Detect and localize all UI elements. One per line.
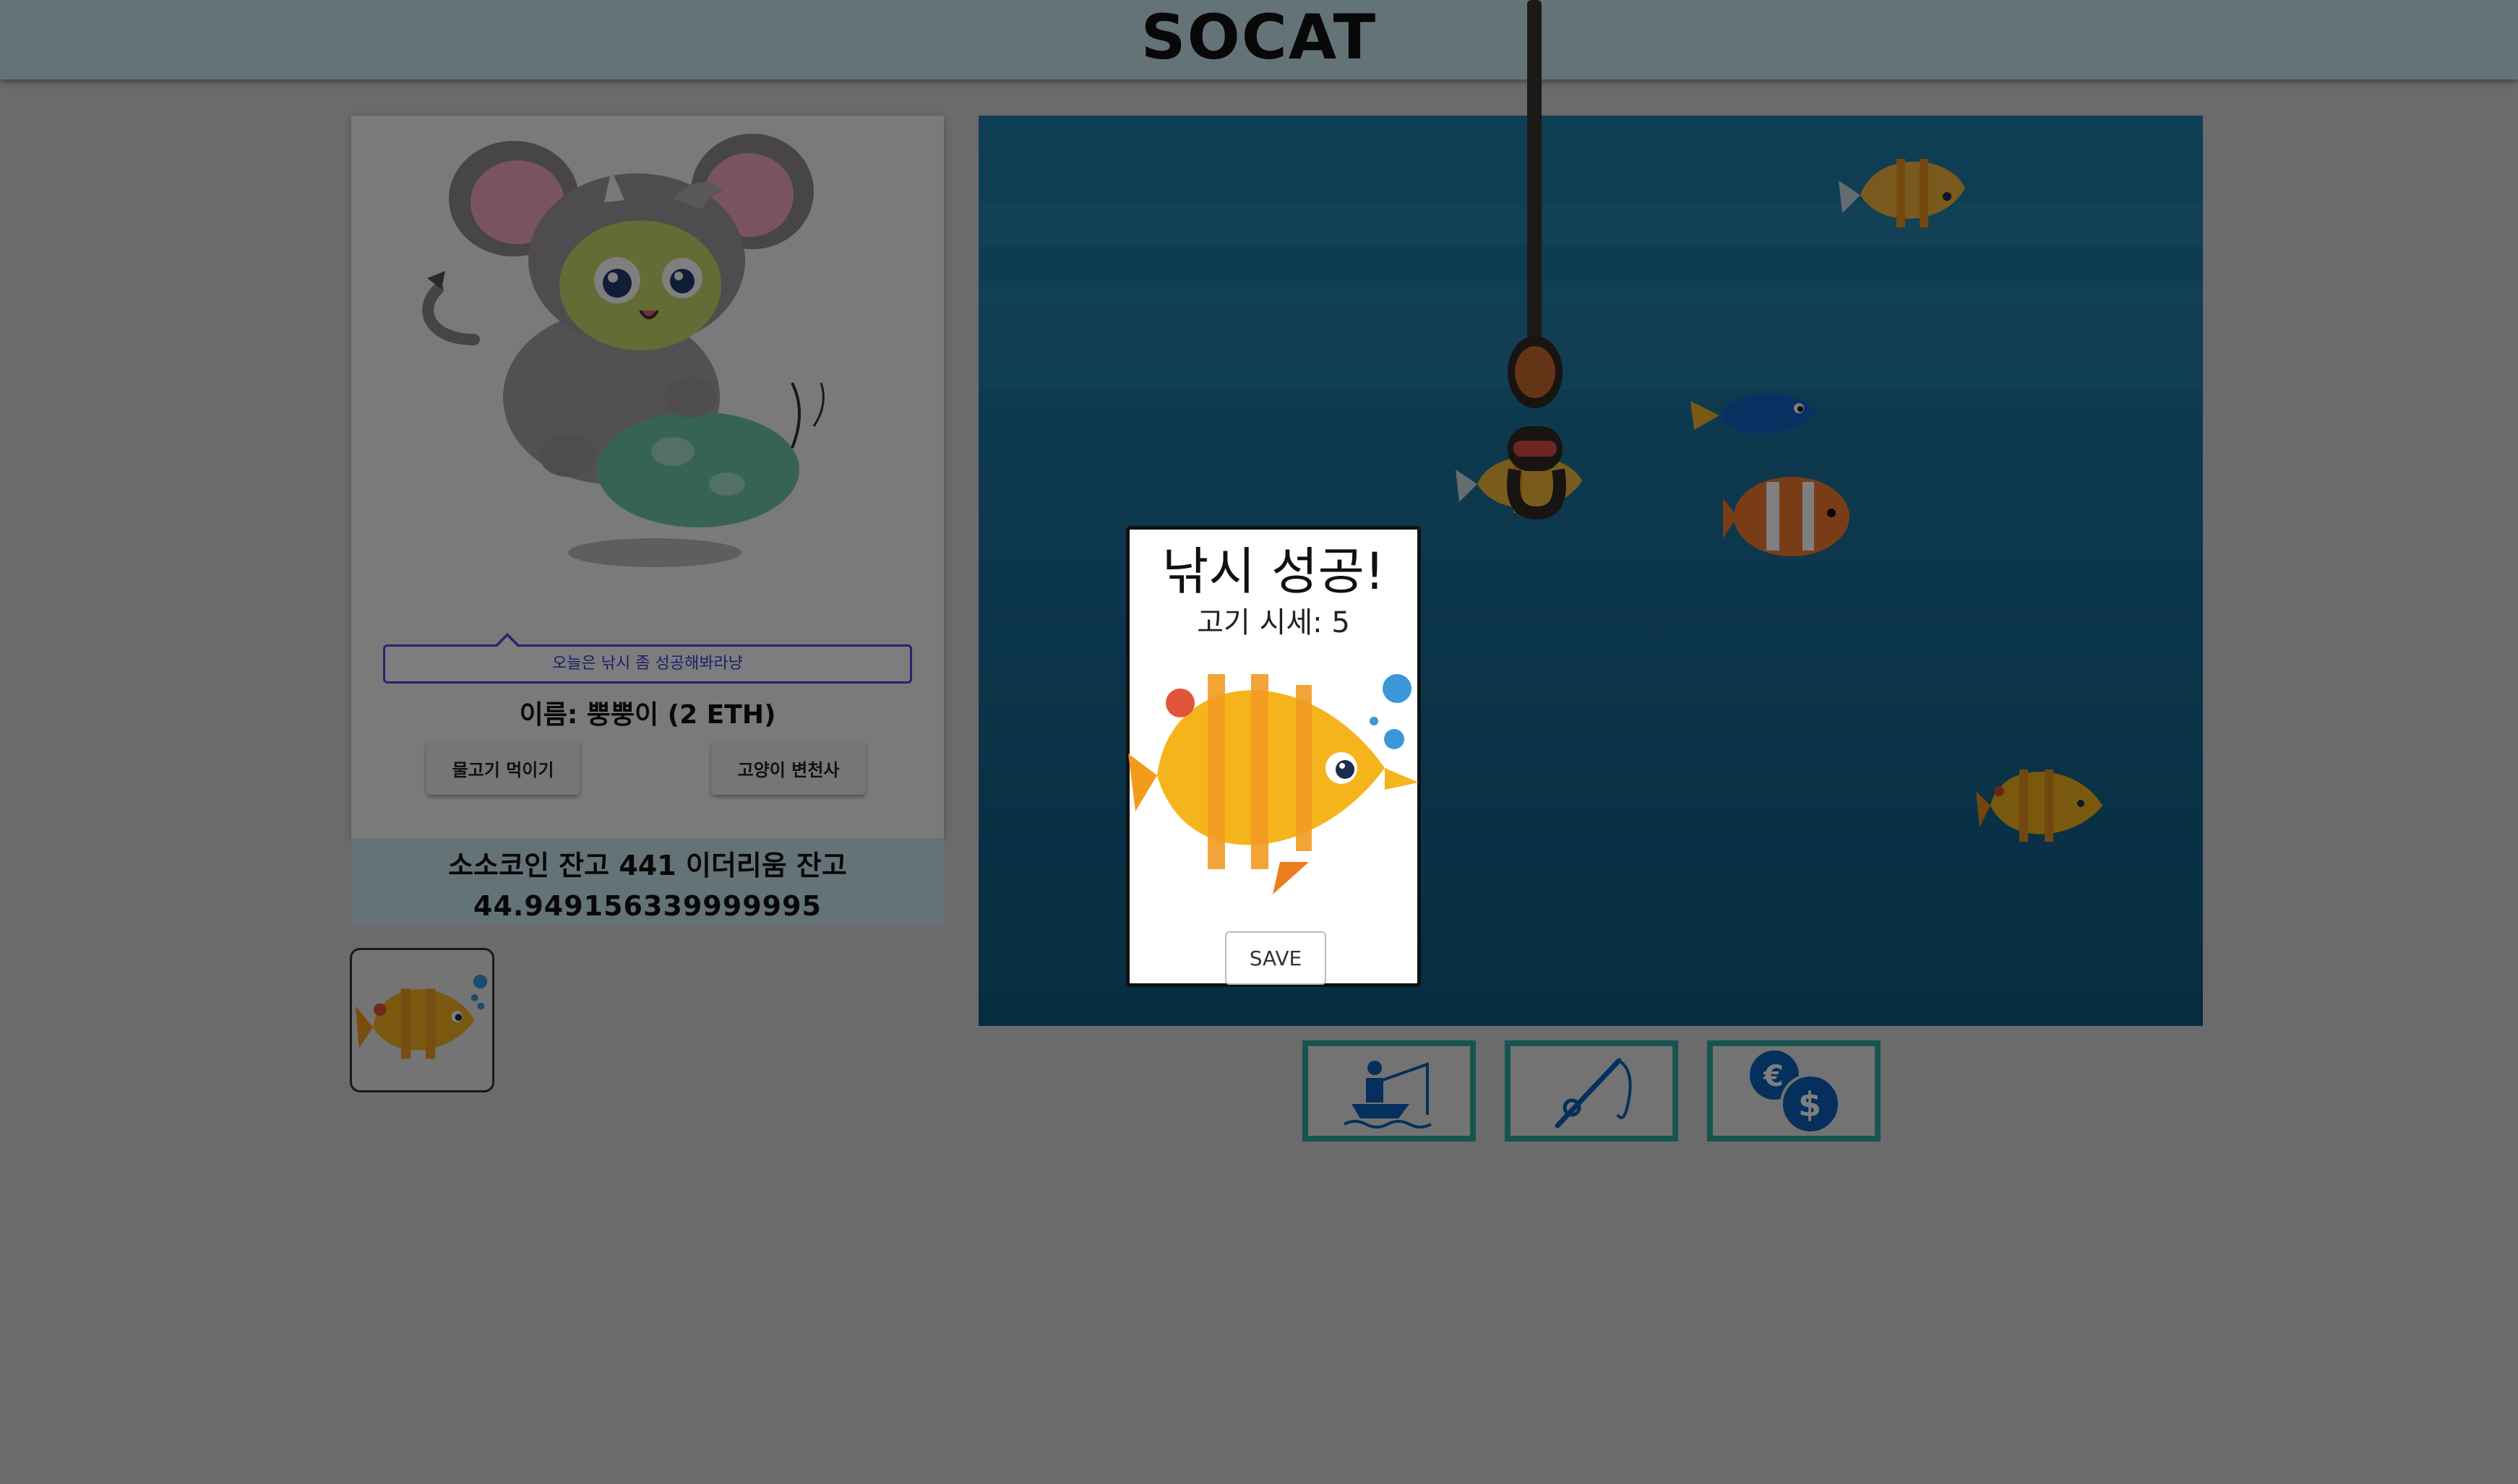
save-button[interactable]: SAVE (1225, 931, 1326, 985)
fishing-success-modal: 낚시 성공! 고기 시세: 5 SAVE (1126, 526, 1421, 987)
modal-title: 낚시 성공! (1162, 542, 1385, 601)
caught-fish-image (1128, 674, 1419, 894)
fish-price-label: 고기 시세: 5 (1197, 606, 1350, 639)
